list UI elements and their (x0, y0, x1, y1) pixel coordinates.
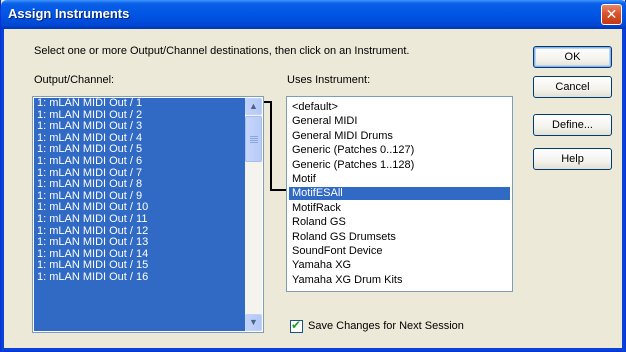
output-channel-item[interactable]: 1: mLAN MIDI Out / 8 (34, 179, 245, 191)
uses-instrument-label: Uses Instrument: (287, 74, 371, 86)
instrument-item[interactable]: MotifRack (289, 202, 510, 215)
output-channel-item[interactable]: 1: mLAN MIDI Out / 6 (34, 155, 245, 168)
instrument-item[interactable]: SoundFont Device (289, 245, 510, 258)
instrument-item[interactable]: Roland GS (289, 216, 510, 229)
instrument-item[interactable]: Generic (Patches 1..128) (289, 159, 510, 172)
cancel-button[interactable]: Cancel (533, 76, 612, 98)
output-channel-rows: 1: mLAN MIDI Out / 1 1: mLAN MIDI Out / 2… (34, 97, 245, 331)
scroll-down-button[interactable]: ▼ (245, 314, 262, 331)
output-channel-item[interactable]: 1: mLAN MIDI Out / 11 (34, 213, 245, 226)
output-channel-item[interactable]: 1: mLAN MIDI Out / 13 (34, 237, 245, 249)
instrument-item[interactable]: MotifESAll (289, 187, 510, 201)
close-button[interactable]: ✕ (601, 4, 622, 25)
thumb-grip (250, 140, 258, 141)
instrument-item[interactable]: Roland GS Drumsets (289, 231, 510, 244)
window-frame-bottom (1, 348, 626, 351)
assignment-connector (270, 101, 272, 191)
instrument-item[interactable]: Yamaha XG Drum Kits (289, 274, 510, 287)
define-button[interactable]: Define... (533, 114, 612, 136)
instructions-text: Select one or more Output/Channel destin… (34, 45, 410, 57)
chevron-down-icon: ▼ (249, 317, 258, 327)
output-channel-item[interactable]: 1: mLAN MIDI Out / 16 (34, 271, 245, 284)
thumb-grip (250, 138, 258, 139)
output-channel-item[interactable]: 1: mLAN MIDI Out / 1 (34, 97, 245, 110)
output-list-scrollbar[interactable]: ▲ ▼ (245, 98, 262, 331)
scroll-up-button[interactable]: ▲ (245, 98, 262, 115)
instrument-item[interactable]: General MIDI Drums (289, 130, 510, 143)
thumb-grip (250, 136, 258, 137)
output-channel-label: Output/Channel: (34, 74, 115, 86)
instrument-item[interactable]: General MIDI (289, 115, 510, 128)
instrument-item[interactable]: Generic (Patches 0..127) (289, 144, 510, 157)
save-changes-label[interactable]: Save Changes for Next Session (308, 320, 464, 332)
close-icon: ✕ (605, 6, 618, 22)
dialog-title: Assign Instruments (8, 6, 130, 21)
title-bar[interactable]: Assign Instruments ✕ (1, 0, 626, 29)
output-channel-list[interactable]: 1: mLAN MIDI Out / 1 1: mLAN MIDI Out / 2… (32, 96, 264, 333)
save-changes-checkbox[interactable]: ✔ (290, 318, 303, 333)
ok-button[interactable]: OK (533, 46, 612, 68)
chevron-up-icon: ▲ (249, 101, 258, 111)
instrument-item[interactable]: Motif (289, 173, 510, 186)
instrument-list[interactable]: <default> General MIDI General MIDI Drums G… (286, 96, 513, 292)
window-frame-right (622, 29, 625, 352)
window-frame-left (1, 29, 4, 352)
instrument-item[interactable]: Yamaha XG (289, 259, 510, 272)
checkmark-icon: ✔ (291, 318, 302, 332)
help-button[interactable]: Help (533, 148, 612, 170)
assign-instruments-dialog: Assign Instruments ✕ Select one or more … (0, 0, 626, 352)
scroll-thumb[interactable] (245, 116, 262, 162)
instrument-item[interactable]: <default> (289, 101, 510, 114)
thumb-grip (250, 142, 258, 143)
